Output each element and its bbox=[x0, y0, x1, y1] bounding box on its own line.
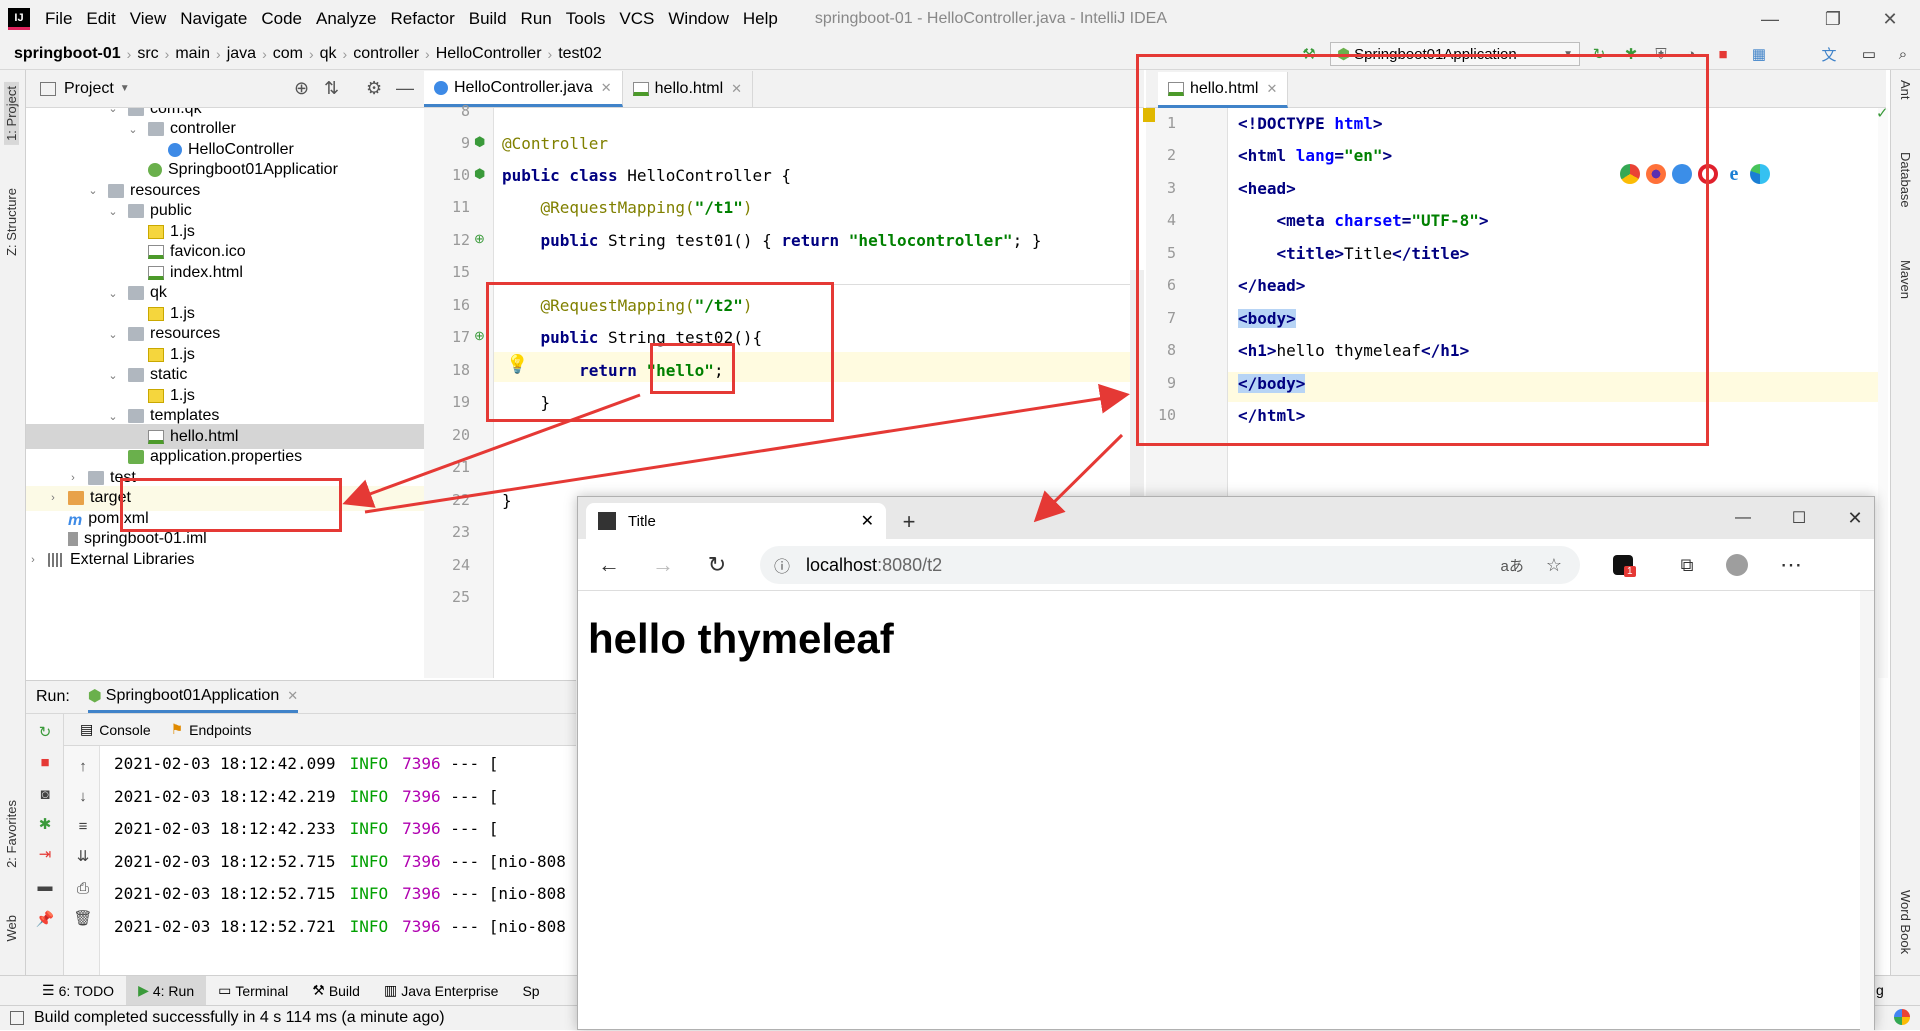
arrow-to-templates bbox=[342, 393, 641, 508]
annotation-arrows bbox=[342, 383, 1130, 523]
arrow-to-browser bbox=[1033, 433, 1124, 523]
